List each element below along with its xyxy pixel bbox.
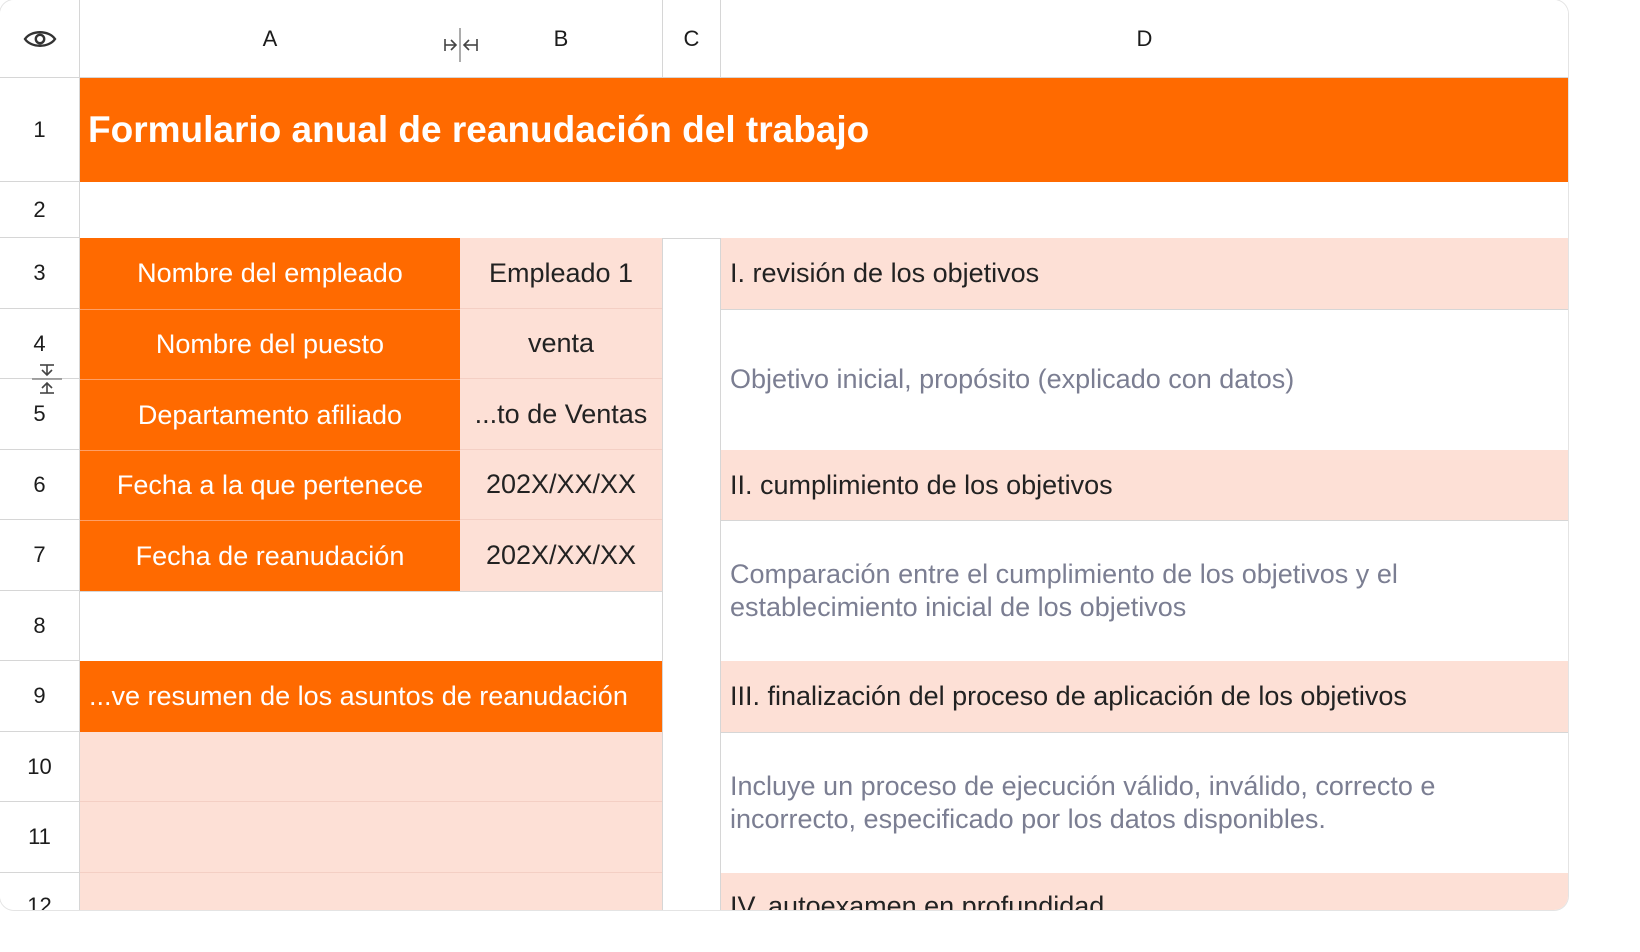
row-header-2[interactable]: 2 — [0, 182, 80, 238]
section-heading-cell[interactable]: I. revisión de los objetivos — [721, 238, 1568, 309]
field-value-cell[interactable]: 202X/XX/XX — [460, 520, 662, 591]
field-value-cell[interactable]: venta — [460, 309, 662, 379]
summary-entry-cell[interactable] — [80, 732, 662, 802]
row-header-8[interactable]: 8 — [0, 591, 80, 661]
summary-header-cell[interactable]: ...ve resumen de los asuntos de reanudac… — [80, 661, 662, 732]
section-heading-cell[interactable]: III. finalización del proceso de aplicac… — [721, 661, 1568, 732]
section-description-cell[interactable]: Objetivo inicial, propósito (explicado c… — [721, 309, 1568, 450]
field-label-cell[interactable]: Departamento afiliado — [80, 379, 460, 450]
row-header-6[interactable]: 6 — [0, 450, 80, 520]
row-header-3[interactable]: 3 — [0, 238, 80, 309]
column-header-a[interactable]: A — [80, 0, 460, 78]
row-header-1[interactable]: 1 — [0, 78, 80, 182]
section-description-cell[interactable]: Incluye un proceso de ejecución válido, … — [721, 732, 1568, 873]
section-heading-cell[interactable]: II. cumplimiento de los objetivos — [721, 450, 1568, 520]
sheet-title-cell[interactable]: Formulario anual de reanudación del trab… — [80, 78, 1568, 182]
blank-row-cell[interactable] — [80, 182, 1568, 238]
spreadsheet-frame: A B C D 1 2 3 4 5 6 7 8 9 10 11 12 Formu… — [0, 0, 1568, 910]
field-label-cell[interactable]: Nombre del puesto — [80, 309, 460, 379]
row-header-9[interactable]: 9 — [0, 661, 80, 732]
field-label-cell[interactable]: Nombre del empleado — [80, 238, 460, 309]
field-label-cell[interactable]: Fecha de reanudación — [80, 520, 460, 591]
column-header-b[interactable]: B — [460, 0, 663, 78]
summary-entry-cell[interactable] — [80, 873, 662, 910]
field-value-cell[interactable]: Empleado 1 — [460, 238, 662, 309]
section-heading-cell[interactable]: IV. autoexamen en profundidad — [721, 873, 1568, 910]
row-resize-handle[interactable] — [30, 362, 64, 401]
summary-entry-cell[interactable] — [80, 802, 662, 873]
gridline — [721, 732, 1568, 733]
column-header-c[interactable]: C — [663, 0, 721, 78]
field-value-cell[interactable]: 202X/XX/XX — [460, 450, 662, 520]
field-value-cell[interactable]: ...to de Ventas — [460, 379, 662, 450]
row-header-10[interactable]: 10 — [0, 732, 80, 802]
section-description-cell[interactable]: Comparación entre el cumplimiento de los… — [721, 520, 1568, 661]
gridline — [662, 238, 663, 910]
row-header-12[interactable]: 12 — [0, 873, 80, 910]
gridline — [721, 520, 1568, 521]
corner-cell[interactable] — [0, 0, 80, 78]
field-label-cell[interactable]: Fecha a la que pertenece — [80, 450, 460, 520]
column-header-d[interactable]: D — [721, 0, 1568, 78]
column-collapse-icon — [444, 28, 478, 62]
gridline — [721, 309, 1568, 310]
row-header-11[interactable]: 11 — [0, 802, 80, 873]
row-header-7[interactable]: 7 — [0, 520, 80, 591]
eye-icon[interactable] — [23, 28, 57, 50]
column-resize-handle[interactable] — [442, 26, 480, 69]
gridline — [80, 591, 662, 592]
row-collapse-icon — [32, 364, 62, 394]
